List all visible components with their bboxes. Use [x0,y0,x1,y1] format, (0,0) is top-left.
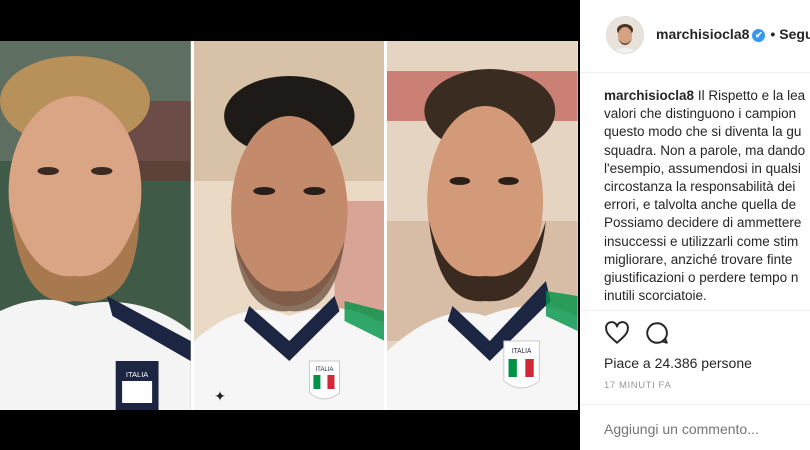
post-actions [604,320,670,346]
caption-line-9: migliorare, anziché trovare finte [604,251,793,267]
post-timestamp: 17 MINUTI FA [604,380,672,391]
italia-badge-3: ITALIA [503,340,541,389]
likes-count[interactable]: Piace a 24.386 persone [604,355,752,371]
header-user-row: marchisiocla8✔ •Segui [656,26,810,42]
divider [580,310,810,311]
caption-line-2: questo modo che si diventa la gu [604,124,802,140]
follow-button[interactable]: Segui [779,26,810,42]
caption-line-6: errori, e talvolta anche quella de [604,197,797,213]
italia-badge-1: ITALIA [115,361,159,410]
divider [580,404,810,405]
post-caption: marchisiocla8 Il Rispetto e la lea valor… [604,87,810,305]
player-portrait-2: ITALIA ✦ [193,41,385,410]
photo-panel-barzagli: ITALIA [387,41,579,410]
comment-icon[interactable] [644,320,670,346]
photo-panel-de-rossi: ITALIA [0,41,191,410]
header-username[interactable]: marchisiocla8 [656,26,749,42]
caption-line-7: Possiamo decidere di ammettere [604,215,802,231]
heart-icon[interactable] [604,320,630,346]
caption-line-3: squadra. Non a parole, ma dando [604,142,806,158]
caption-line-1: valori che distinguono i campion [604,106,797,122]
player-portrait-3: ITALIA [387,41,579,410]
post-header: marchisiocla8✔ •Segui [580,0,810,73]
caption-line-11: inutili scorciatoie. [604,288,707,304]
caption-line-10: giustificazioni o perdere tempo n [604,270,799,286]
caption-line-4: l'esempio, assumendosi in qualsi [604,160,801,176]
avatar[interactable] [606,16,644,54]
avatar-image [607,17,643,53]
separator-dot: • [770,26,776,42]
svg-text:✦: ✦ [214,388,226,404]
caption-text-0: Il Rispetto e la lea [697,88,806,103]
badge-text-3: ITALIA [512,348,532,355]
post-photo-collage[interactable]: ITALIA ITALIA ✦ ITALIA [0,41,579,410]
post-sidebar: marchisiocla8✔•Segui marchisiocla8 Il Ri… [580,0,810,450]
comment-input[interactable] [604,421,804,437]
caption-line-8: insuccessi e utilizzarli come stim [604,233,799,249]
post-photo-area: ITALIA ITALIA ✦ ITALIA [0,0,580,450]
photo-panel-buffon: ITALIA ✦ [193,41,385,410]
badge-text-1: ITALIA [126,370,149,379]
caption-line-0: marchisiocla8 Il Rispetto e la lea [604,87,810,105]
caption-line-5: circostanza la responsabilità dei [604,179,796,195]
player-portrait-1: ITALIA [0,41,191,410]
verified-icon: ✔ [752,29,766,42]
caption-username[interactable]: marchisiocla8 [604,88,694,103]
italia-badge-2: ITALIA [308,360,340,400]
badge-text-2: ITALIA [315,367,333,373]
